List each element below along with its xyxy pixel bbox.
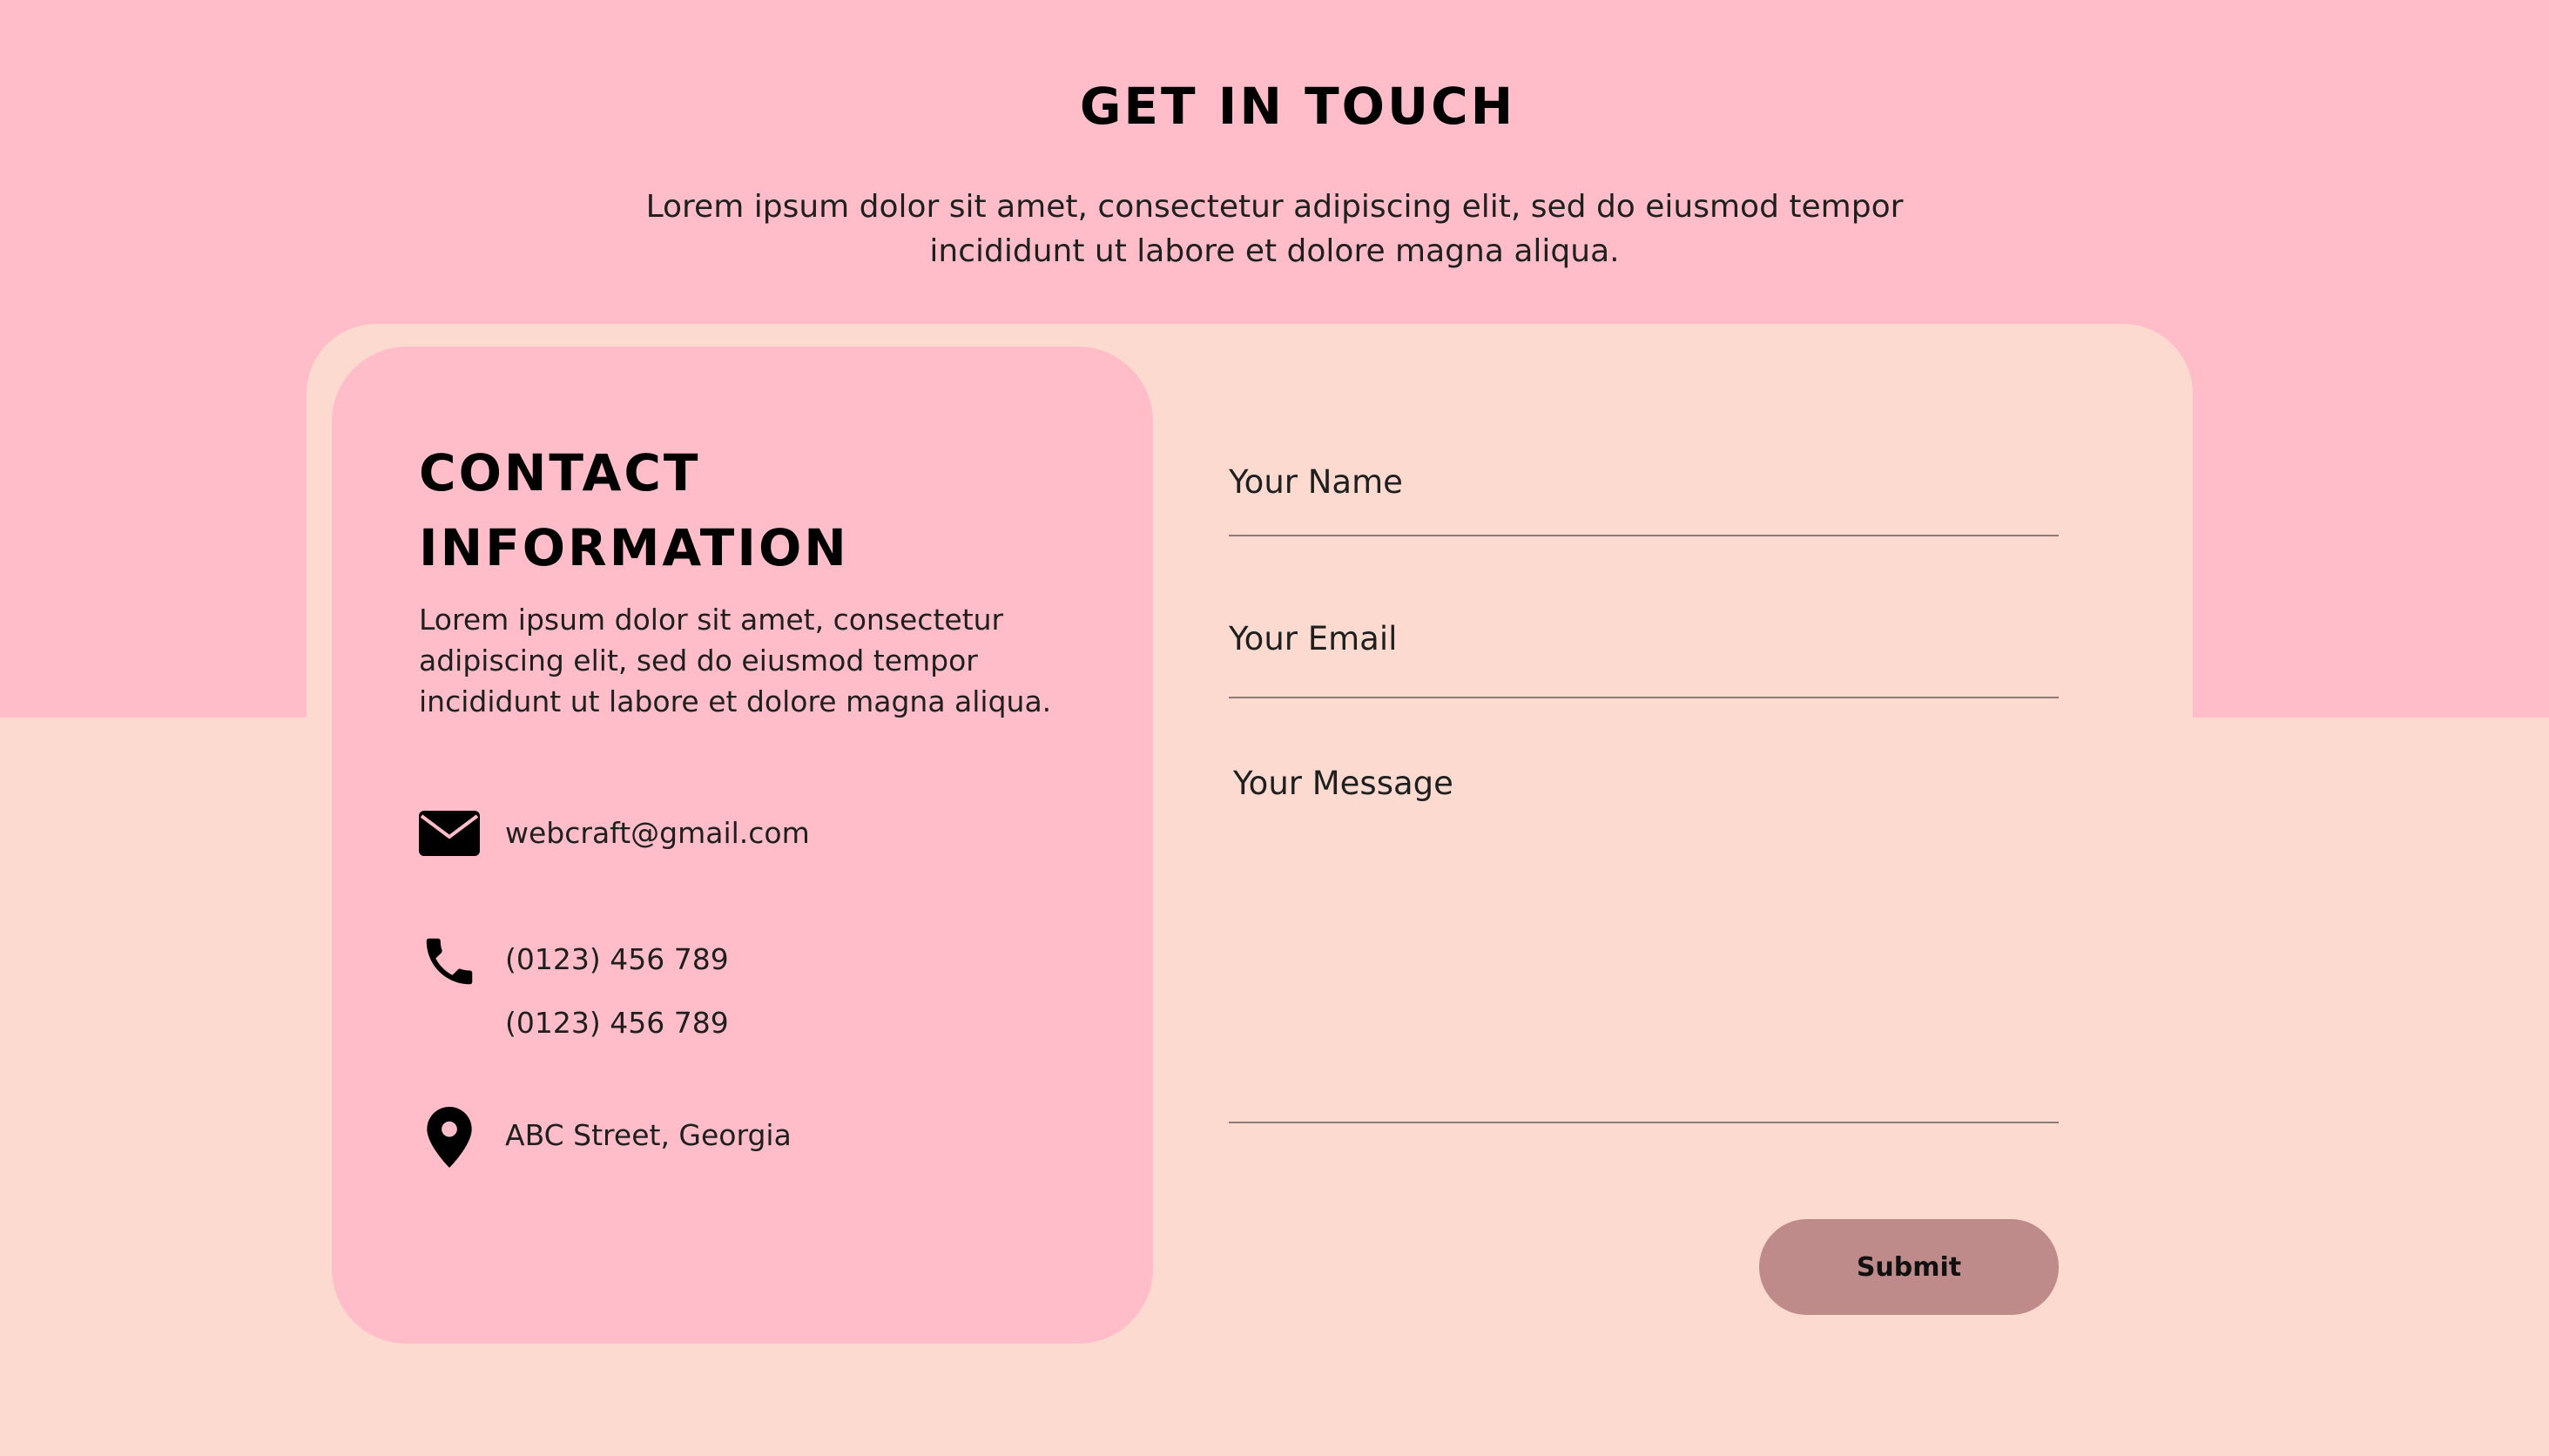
contact-info-description: Lorem ipsum dolor sit amet, consectetur …: [419, 603, 1052, 718]
contact-phone-2[interactable]: (0123) 456 789: [505, 1006, 729, 1041]
contact-info-title: CONTACT INFORMATION: [419, 435, 1116, 585]
contact-phone-1[interactable]: (0123) 456 789: [505, 942, 729, 977]
page-title: GET IN TOUCH: [1079, 77, 1516, 136]
name-field-label: Your Name: [1229, 463, 1403, 501]
contact-info-title-line1: CONTACT: [419, 443, 701, 502]
email-field-label: Your Email: [1229, 620, 1398, 657]
message-field[interactable]: Your Message: [1229, 754, 2059, 1123]
contact-info-title-line2: INFORMATION: [419, 518, 849, 577]
contact-address: ABC Street, Georgia: [505, 1118, 792, 1152]
phone-icon: [418, 930, 481, 993]
email-field[interactable]: Your Email: [1229, 610, 2059, 698]
message-field-label: Your Message: [1233, 765, 1453, 802]
name-field[interactable]: Your Name: [1229, 453, 2059, 536]
envelope-icon: [418, 802, 481, 865]
submit-button[interactable]: Submit: [1759, 1219, 2059, 1315]
page-subtitle: Lorem ipsum dolor sit amet, consectetur …: [645, 189, 1904, 269]
location-pin-icon: [418, 1106, 481, 1169]
contact-email[interactable]: webcraft@gmail.com: [505, 816, 810, 851]
